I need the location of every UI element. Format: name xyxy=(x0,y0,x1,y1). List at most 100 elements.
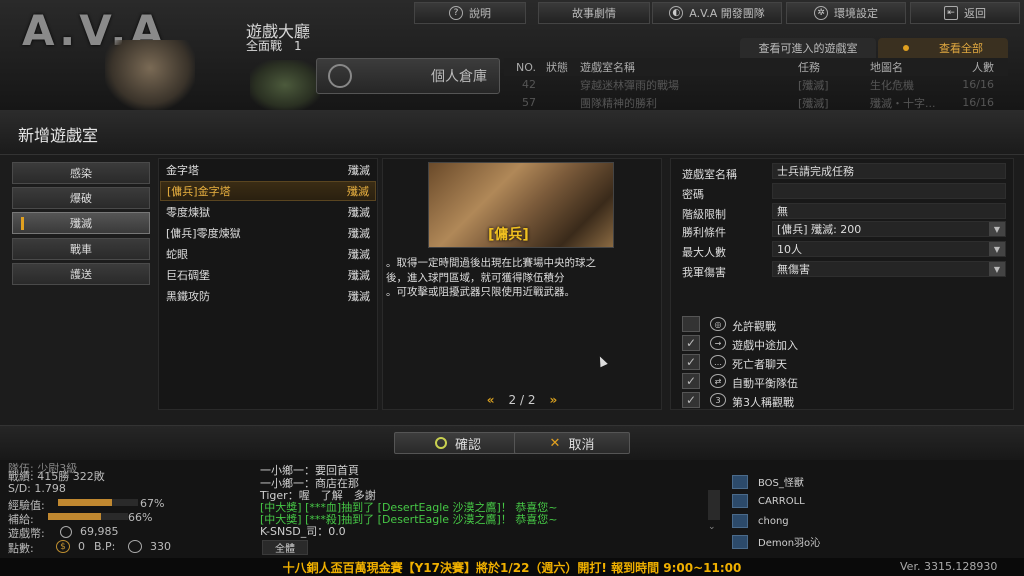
exit-icon: ⇤ xyxy=(944,6,958,20)
password-label: 密碼 xyxy=(682,188,704,201)
selected-indicator xyxy=(21,217,24,230)
room-row[interactable]: 57 團隊精神的勝利 [殲滅] 殲滅・十字... 16/16 xyxy=(504,94,1008,111)
join-midgame-checkbox[interactable]: ✓ xyxy=(682,335,700,351)
mode-escort[interactable]: 護送 xyxy=(12,263,150,285)
col-players: 人數 xyxy=(972,61,994,74)
tab-all-rooms[interactable]: 查看全部 xyxy=(878,38,1008,58)
friendly-fire-select[interactable]: 無傷害 ▼ xyxy=(772,261,1006,277)
dialog-titlebar xyxy=(0,110,1024,155)
return-button[interactable]: ⇤ 返回 xyxy=(910,2,1020,24)
col-mission: 任務 xyxy=(798,61,820,74)
chevron-down-icon[interactable]: ▼ xyxy=(989,222,1005,236)
mode-annihilation[interactable]: 殲滅 xyxy=(12,212,150,234)
dialog-title: 新增遊戲室 xyxy=(18,126,99,145)
third-person-checkbox[interactable]: ✓ xyxy=(682,392,700,408)
balance-icon: ⇄ xyxy=(710,374,726,388)
points-label: 點數: xyxy=(8,542,34,555)
map-item[interactable]: 金字塔 殲滅 xyxy=(160,160,376,180)
exp-bar-fill xyxy=(58,499,112,506)
join-icon: → xyxy=(710,336,726,350)
dev-team-button[interactable]: ◐ A.V.A 開發團隊 xyxy=(652,2,782,24)
friendly-fire-label: 我軍傷害 xyxy=(682,266,726,279)
map-item[interactable]: 零度煉獄 殲滅 xyxy=(160,202,376,222)
room-name-field[interactable]: 士兵請完成任務 xyxy=(772,163,1006,179)
warehouse-icon xyxy=(328,64,352,88)
max-players-label: 最大人數 xyxy=(682,246,726,259)
col-status: 狀態 xyxy=(546,61,568,74)
coin-label: 遊戲幣: xyxy=(8,527,45,540)
bp-value: 330 xyxy=(150,540,171,553)
allow-spectate-label: 允許觀戰 xyxy=(732,320,776,333)
join-midgame-label: 遊戲中途加入 xyxy=(732,339,798,352)
supply-bar-fill xyxy=(48,513,101,520)
allow-spectate-checkbox[interactable] xyxy=(682,316,700,332)
bp-label: B.P: xyxy=(94,540,116,553)
map-item-selected[interactable]: [傭兵]金字塔 殲滅 xyxy=(160,181,376,201)
tab-dot-icon xyxy=(903,45,909,51)
player-item[interactable]: chong xyxy=(732,514,789,528)
circle-icon xyxy=(434,437,447,449)
player-item[interactable]: BOS_怪獸 xyxy=(732,474,804,489)
win-condition-label: 勝利條件 xyxy=(682,226,726,239)
confirm-button[interactable]: 確認 xyxy=(394,432,522,454)
win-condition-select[interactable]: [傭兵] 殲滅: 200 ▼ xyxy=(772,221,1006,237)
dead-chat-label: 死亡者聊天 xyxy=(732,358,787,371)
map-item[interactable]: 巨石碉堡 殲滅 xyxy=(160,265,376,285)
points-icon: $ xyxy=(56,540,70,553)
map-item[interactable]: 蛇眼 殲滅 xyxy=(160,244,376,264)
prev-page-icon[interactable]: « xyxy=(487,393,495,407)
rank-icon xyxy=(732,494,748,508)
supply-bar xyxy=(48,513,128,520)
x-icon: ✕ xyxy=(549,435,561,451)
third-person-label: 第3人稱觀戰 xyxy=(732,396,794,409)
rank-limit-field[interactable]: 無 xyxy=(772,203,1006,219)
story-button[interactable]: 故事劇情 xyxy=(538,2,650,24)
next-page-icon[interactable]: » xyxy=(549,393,557,407)
chat-line: K-SNSD_司：0.0 xyxy=(260,525,346,538)
help-icon: ? xyxy=(449,6,463,20)
points-value: 0 xyxy=(78,540,85,553)
room-row[interactable]: 42 穿越迷林彈雨的戰場 [殲滅] 生化危機 16/16 xyxy=(504,76,1008,93)
max-players-select[interactable]: 10人 ▼ xyxy=(772,241,1006,257)
auto-balance-checkbox[interactable]: ✓ xyxy=(682,373,700,389)
col-no: NO. xyxy=(516,60,536,74)
mode-infection[interactable]: 感染 xyxy=(12,162,150,184)
dead-chat-checkbox[interactable]: ✓ xyxy=(682,354,700,370)
mode-demolition[interactable]: 爆破 xyxy=(12,187,150,209)
chat-icon: … xyxy=(710,355,726,369)
team-icon: ◐ xyxy=(669,6,684,20)
soldier-portrait xyxy=(105,40,195,110)
player-item[interactable]: Demon羽o沁 xyxy=(732,534,820,549)
version-text: Ver. 3315.128930 xyxy=(900,560,998,573)
gear-icon: ✲ xyxy=(814,6,828,20)
soldier-portrait-2 xyxy=(250,60,320,110)
bp-icon xyxy=(128,540,142,553)
chat-scrollbar[interactable] xyxy=(708,490,720,520)
rank-icon xyxy=(732,474,748,489)
sd-text: S/D: 1.798 xyxy=(8,482,66,495)
chat-tab-all[interactable]: 全體 xyxy=(262,540,308,555)
cancel-button[interactable]: ✕ 取消 xyxy=(514,432,630,454)
lobby-subtitle: 全面戰 1 xyxy=(246,39,302,53)
rank-limit-label: 階級限制 xyxy=(682,208,726,221)
exp-pct: 67% xyxy=(140,497,165,510)
map-item[interactable]: [傭兵]零度煉獄 殲滅 xyxy=(160,223,376,243)
col-map: 地圖名 xyxy=(870,61,903,74)
room-name-label: 遊戲室名稱 xyxy=(682,168,737,181)
col-room-name: 遊戲室名稱 xyxy=(580,61,635,74)
map-item[interactable]: 黑鐵攻防 殲滅 xyxy=(160,286,376,306)
password-field[interactable] xyxy=(772,183,1006,199)
room-list-header: NO. 狀態 遊戲室名稱 任務 地圖名 人數 xyxy=(504,58,1008,76)
chevron-down-icon[interactable]: ⌄ xyxy=(708,522,716,532)
spectate-icon: ◎ xyxy=(710,317,726,331)
coin-icon xyxy=(60,526,72,538)
settings-button[interactable]: ✲ 環境設定 xyxy=(786,2,906,24)
help-button[interactable]: ? 說明 xyxy=(414,2,526,24)
tab-available-rooms[interactable]: 查看可進入的遊戲室 xyxy=(740,38,876,58)
news-ticker: 十八銅人盃百萬現金賽【Y17決賽】將於1/22（週六）開打! 報到時間 9:00… xyxy=(0,558,1024,576)
mode-tank[interactable]: 戰車 xyxy=(12,238,150,260)
chevron-down-icon[interactable]: ▼ xyxy=(989,262,1005,276)
chevron-down-icon[interactable]: ▼ xyxy=(989,242,1005,256)
map-description: 。取得一定時間過後出現在比賽場中央的球之 後，進入球門區域，就可獲得隊伍積分 。… xyxy=(386,257,596,298)
player-item[interactable]: CARROLL xyxy=(732,494,805,508)
